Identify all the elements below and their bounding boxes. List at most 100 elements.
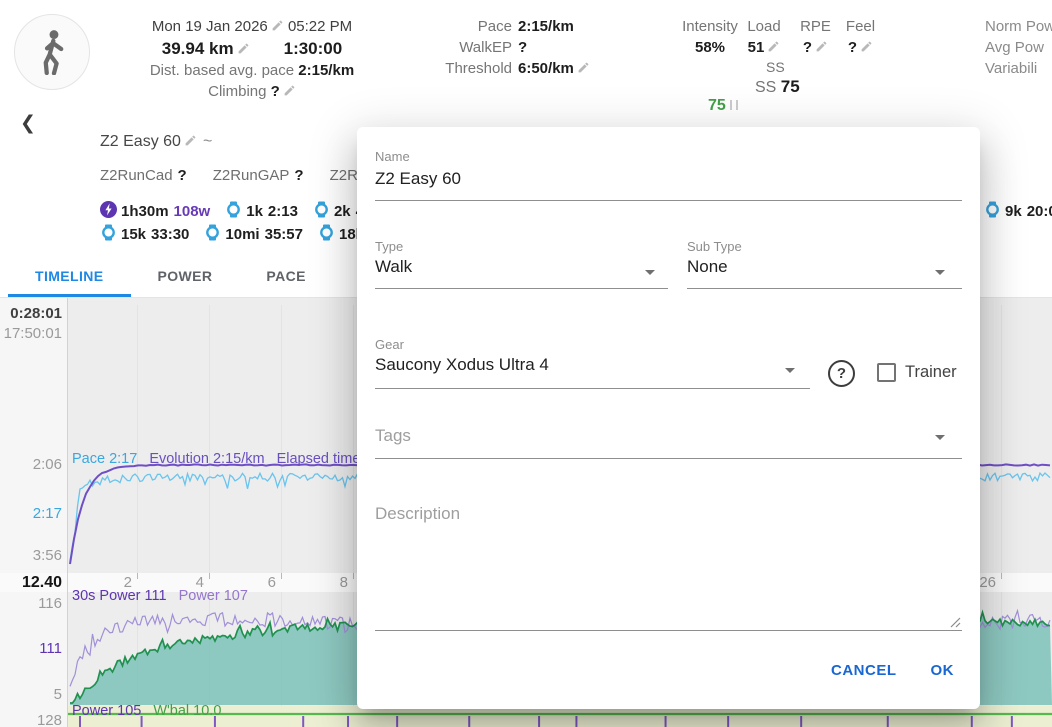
subtype-select[interactable]: None	[687, 257, 728, 277]
tags-dropdown-arrow-icon[interactable]	[935, 435, 945, 440]
ss-row: SS 75	[755, 77, 800, 97]
subtype-field-label: Sub Type	[687, 239, 742, 254]
legend-wbal: W'bal 10.0	[153, 703, 221, 719]
description-textarea[interactable]	[375, 503, 962, 623]
climbing-label: Climbing	[208, 83, 266, 100]
tags-underline	[375, 458, 962, 459]
watch-icon	[204, 224, 221, 245]
type-dropdown-arrow-icon[interactable]	[645, 270, 655, 275]
edit-climbing-icon[interactable]	[283, 82, 296, 103]
watch-pb-badge[interactable]: 10mi35:57	[204, 224, 303, 245]
walkep-value: ?	[518, 39, 527, 56]
pace-legend: Pace 2:17 Evolution 2:15/km Elapsed time…	[72, 451, 381, 467]
trainer-checkbox-label: Trainer	[905, 363, 957, 382]
pace-summary-block: Pace2:15/km WalkEP? Threshold6:50/km	[352, 16, 590, 80]
activity-page: Mon 19 Jan 2026 05:22 PM 39.94 km1:30:00…	[0, 0, 1052, 727]
legend-pace: Pace 2:17	[72, 451, 137, 467]
duration-value: 1:30:00	[284, 38, 343, 60]
watch-pb-badge[interactable]: 1k2:13	[225, 201, 298, 222]
intensity-value: 58%	[678, 37, 742, 58]
wbal-tick: 128	[0, 712, 62, 727]
edit-activity-dialog: Name Type Walk Sub Type None Gear Saucon…	[357, 127, 980, 709]
dialog-actions: CANCEL OK	[821, 653, 964, 688]
name-input[interactable]	[375, 165, 962, 193]
distance-value: 39.94 km	[162, 39, 234, 58]
gear-field-label: Gear	[375, 337, 404, 352]
threshold-value: 6:50/km	[518, 60, 574, 77]
tab-power[interactable]: POWER	[131, 255, 240, 297]
cancel-button[interactable]: CANCEL	[821, 653, 907, 688]
power-tick-low: 5	[0, 686, 62, 703]
activity-title-row: Z2 Easy 60 ~	[100, 133, 212, 152]
watch-icon	[313, 201, 330, 222]
pace-tick-fast: 2:06	[0, 456, 62, 473]
tab-timeline[interactable]: TIMELINE	[8, 255, 131, 297]
load-stat: Load 51	[740, 16, 788, 59]
edit-feel-icon[interactable]	[860, 38, 873, 59]
avg-pace-value: 2:15/km	[298, 62, 354, 79]
lightning-icon	[100, 201, 117, 222]
back-chevron-icon[interactable]: ❮	[20, 112, 36, 135]
edit-threshold-icon[interactable]	[577, 59, 590, 80]
rpe-value: ?	[803, 39, 812, 56]
legend-power-105: Power 105	[72, 703, 141, 719]
watch-pb-badge[interactable]: 15k33:30	[100, 224, 189, 245]
resize-grip-icon[interactable]	[949, 616, 961, 628]
subtype-dropdown-arrow-icon[interactable]	[935, 270, 945, 275]
edit-distance-icon[interactable]	[237, 39, 250, 60]
gear-select[interactable]: Saucony Xodus Ultra 4	[375, 355, 549, 375]
gear-dropdown-arrow-icon[interactable]	[785, 368, 795, 373]
activity-title: Z2 Easy 60	[100, 133, 181, 150]
tags-input[interactable]	[375, 422, 935, 450]
intensity-stat: Intensity 58%	[678, 16, 742, 58]
type-select[interactable]: Walk	[375, 257, 412, 277]
date-summary-block: Mon 19 Jan 2026 05:22 PM 39.94 km1:30:00…	[128, 16, 376, 103]
pb-badge-right: 9k20:0	[984, 202, 1052, 220]
edit-rpe-icon[interactable]	[815, 38, 828, 59]
feel-stat: Feel ?	[838, 16, 883, 59]
intensity-label: Intensity	[678, 16, 742, 37]
rpe-label: RPE	[793, 16, 838, 37]
activity-type-avatar[interactable]	[14, 14, 90, 90]
metric-item: Z2RunCad?	[100, 167, 187, 184]
activity-header: Mon 19 Jan 2026 05:22 PM 39.94 km1:30:00…	[0, 0, 1052, 110]
avg-pace-label: Dist. based avg. pace	[150, 62, 294, 79]
x-tick-label: 2	[92, 574, 132, 591]
edit-date-icon[interactable]	[271, 17, 284, 38]
pace-tick-slow: 3:56	[0, 547, 62, 564]
x-tick-label: 4	[164, 574, 204, 591]
pb-badges-row-1: 1h30m108w 1k2:13 2k4:2	[100, 202, 377, 220]
load-value: 51	[748, 39, 765, 56]
norm-power-label: Norm Pow	[985, 16, 1052, 37]
y-axis-line	[67, 298, 68, 727]
variability-label: Variabili	[985, 58, 1052, 79]
name-field-label: Name	[375, 149, 410, 164]
wbal-legend: Power 105 W'bal 10.0	[72, 703, 221, 719]
title-suffix: ~	[203, 133, 212, 150]
power-tick-avg: 111	[0, 640, 62, 657]
ss-value: 75	[781, 77, 800, 96]
power-tick-high: 116	[0, 595, 62, 612]
edit-load-icon[interactable]	[767, 38, 780, 59]
tab-pace[interactable]: PACE	[239, 255, 332, 297]
pace-label: Pace	[352, 16, 512, 37]
x-tick-label: 8	[308, 574, 348, 591]
activity-start-time: 05:22 PM	[288, 18, 352, 35]
pace-tick-avg: 2:17	[0, 505, 62, 522]
rpe-stat: RPE ?	[793, 16, 838, 59]
edit-title-icon[interactable]	[184, 134, 197, 152]
watch-pb-badge[interactable]: 9k20:0	[984, 201, 1052, 222]
trainer-checkbox[interactable]	[877, 363, 896, 382]
description-underline	[375, 630, 962, 631]
climbing-value: ?	[271, 83, 280, 100]
pace-value: 2:15/km	[518, 18, 574, 35]
watch-icon	[100, 224, 117, 245]
power-pb-badge[interactable]: 1h30m108w	[100, 201, 210, 222]
ss-label: SS	[755, 79, 776, 96]
gear-help-icon[interactable]: ?	[828, 360, 855, 387]
cursor-distance-value: 12.40	[0, 574, 62, 592]
ok-button[interactable]: OK	[921, 653, 965, 688]
type-underline	[375, 288, 668, 289]
subtype-underline	[687, 288, 962, 289]
walkep-label: WalkEP	[352, 37, 512, 58]
